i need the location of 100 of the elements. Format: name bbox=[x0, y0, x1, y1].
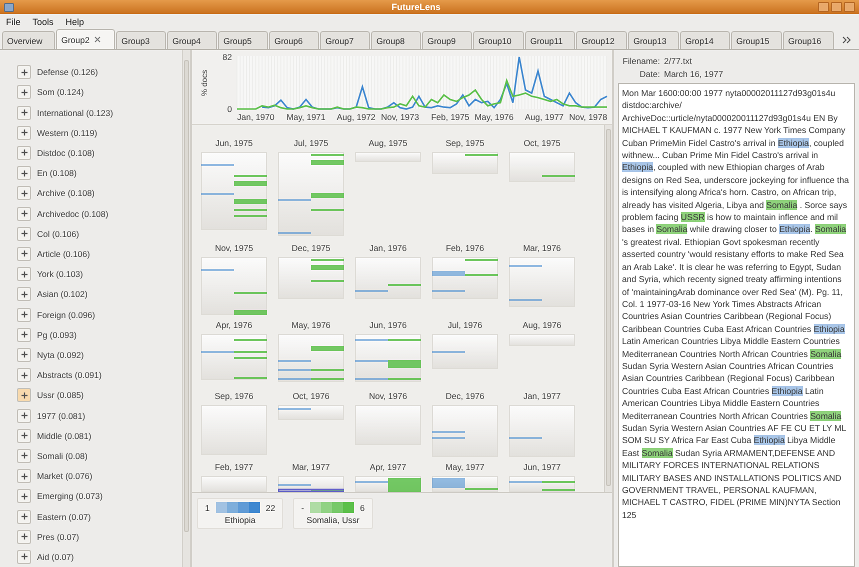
tab[interactable]: Group2 bbox=[56, 29, 116, 49]
scrollbar[interactable] bbox=[182, 50, 190, 567]
expand-button[interactable] bbox=[17, 146, 31, 160]
activity-drawing bbox=[201, 405, 267, 455]
tab[interactable]: Group3 bbox=[116, 31, 166, 49]
expand-button[interactable] bbox=[17, 287, 31, 302]
month-label: Aug, 1976 bbox=[522, 319, 562, 332]
expand-button[interactable] bbox=[17, 85, 31, 100]
expand-button[interactable] bbox=[17, 550, 31, 564]
month-label: Sep, 1976 bbox=[214, 390, 254, 403]
filename-label: Filename: bbox=[622, 56, 660, 66]
expand-button[interactable] bbox=[17, 408, 31, 423]
plus-icon bbox=[20, 311, 28, 318]
activity-drawing bbox=[509, 334, 575, 346]
expand-button[interactable] bbox=[17, 126, 31, 140]
axis-tick-label: May, 1976 bbox=[474, 112, 514, 122]
legend-label: Somalia, Ussr bbox=[306, 515, 360, 525]
expand-button[interactable] bbox=[17, 206, 31, 221]
month-label: Mar, 1976 bbox=[523, 242, 561, 255]
tab[interactable]: Group6 bbox=[269, 31, 320, 49]
tab[interactable]: Group13 bbox=[628, 31, 680, 49]
expand-button[interactable] bbox=[17, 530, 31, 544]
tab[interactable]: Group7 bbox=[320, 31, 370, 49]
term-label: Market (0.076) bbox=[37, 471, 92, 482]
activity-drawing bbox=[278, 476, 344, 492]
tab[interactable]: Group4 bbox=[167, 31, 218, 49]
menu-item[interactable]: File bbox=[6, 16, 21, 26]
tab[interactable]: Group9 bbox=[422, 31, 472, 49]
plus-icon bbox=[20, 351, 28, 358]
tab[interactable]: Group8 bbox=[371, 31, 422, 49]
plus-icon bbox=[20, 68, 28, 76]
expand-button[interactable] bbox=[17, 328, 31, 342]
menu-item[interactable]: Tools bbox=[32, 16, 54, 26]
month-label: Jun, 1977 bbox=[523, 461, 561, 474]
term-label: Distdoc (0.108) bbox=[37, 148, 95, 158]
activity-drawing bbox=[278, 405, 344, 420]
expand-button[interactable] bbox=[17, 226, 31, 241]
month-label: May, 1977 bbox=[445, 461, 485, 474]
month-label: Oct, 1975 bbox=[524, 137, 560, 150]
month-label: Dec, 1975 bbox=[292, 242, 330, 255]
expand-button[interactable] bbox=[17, 510, 31, 524]
expand-button[interactable] bbox=[17, 469, 31, 484]
term-label: Defense (0.126) bbox=[37, 67, 98, 78]
month-label: May, 1976 bbox=[291, 319, 331, 332]
tab[interactable]: Group15 bbox=[731, 31, 782, 49]
month-label: Jul, 1975 bbox=[294, 137, 328, 150]
expand-button[interactable] bbox=[17, 186, 31, 200]
tab[interactable]: Overview bbox=[2, 31, 56, 49]
plus-icon bbox=[20, 452, 28, 460]
expand-button[interactable] bbox=[17, 428, 31, 443]
expand-button[interactable] bbox=[17, 489, 31, 504]
axis-tick-label: 0 bbox=[227, 104, 232, 114]
expand-button[interactable] bbox=[17, 65, 31, 80]
month-label: Apr, 1977 bbox=[370, 461, 406, 474]
axis-tick-label: Aug, 1977 bbox=[524, 112, 564, 122]
expand-button[interactable] bbox=[17, 246, 31, 261]
close-icon[interactable] bbox=[94, 36, 101, 43]
activity-drawing bbox=[432, 334, 498, 369]
term-label: Asian (0.102) bbox=[37, 289, 88, 300]
expand-button[interactable] bbox=[17, 348, 31, 362]
plus-icon bbox=[20, 230, 28, 238]
activity-drawing bbox=[355, 152, 421, 162]
plus-icon bbox=[20, 109, 28, 116]
month-label: Dec, 1976 bbox=[446, 390, 484, 403]
plus-icon bbox=[20, 129, 28, 136]
expand-button[interactable] bbox=[17, 308, 31, 322]
legend-label: Ethiopia bbox=[224, 515, 256, 525]
tab[interactable]: Group10 bbox=[473, 31, 524, 49]
tab[interactable]: Grop14 bbox=[680, 31, 730, 49]
expand-button[interactable] bbox=[17, 166, 31, 180]
activity-drawing bbox=[432, 152, 498, 174]
activity-drawing bbox=[201, 476, 267, 492]
expand-button[interactable] bbox=[17, 106, 31, 120]
month-label: Nov, 1975 bbox=[214, 242, 254, 255]
menu-item[interactable]: Help bbox=[66, 16, 84, 26]
activity-drawing bbox=[201, 334, 267, 380]
activity-drawing bbox=[432, 405, 498, 457]
term-label: Emerging (0.073) bbox=[37, 491, 103, 502]
tab[interactable]: Group12 bbox=[576, 31, 628, 49]
scale-min-label: - bbox=[301, 502, 304, 512]
window-title: FutureLens bbox=[391, 2, 440, 12]
activity-drawing bbox=[509, 405, 575, 457]
term-label: Nyta (0.092) bbox=[37, 350, 84, 360]
month-label: Jun, 1976 bbox=[369, 319, 407, 332]
tab[interactable]: Group11 bbox=[525, 31, 576, 49]
tab[interactable]: Group16 bbox=[783, 31, 834, 49]
tab[interactable]: Group5 bbox=[218, 31, 268, 49]
expand-button[interactable] bbox=[17, 448, 31, 463]
chevron-icon[interactable] bbox=[840, 35, 853, 45]
month-label: Oct, 1976 bbox=[292, 390, 330, 403]
expand-button[interactable] bbox=[17, 267, 31, 282]
plus-icon bbox=[20, 513, 28, 520]
plus-icon bbox=[20, 553, 28, 560]
plus-icon bbox=[20, 331, 28, 338]
expand-button[interactable] bbox=[17, 388, 31, 402]
term-label: International (0.123) bbox=[37, 108, 114, 118]
activity-drawing bbox=[278, 334, 344, 382]
scrollbar[interactable] bbox=[604, 125, 612, 492]
month-label: Feb, 1976 bbox=[446, 242, 484, 255]
expand-button[interactable] bbox=[17, 368, 31, 382]
